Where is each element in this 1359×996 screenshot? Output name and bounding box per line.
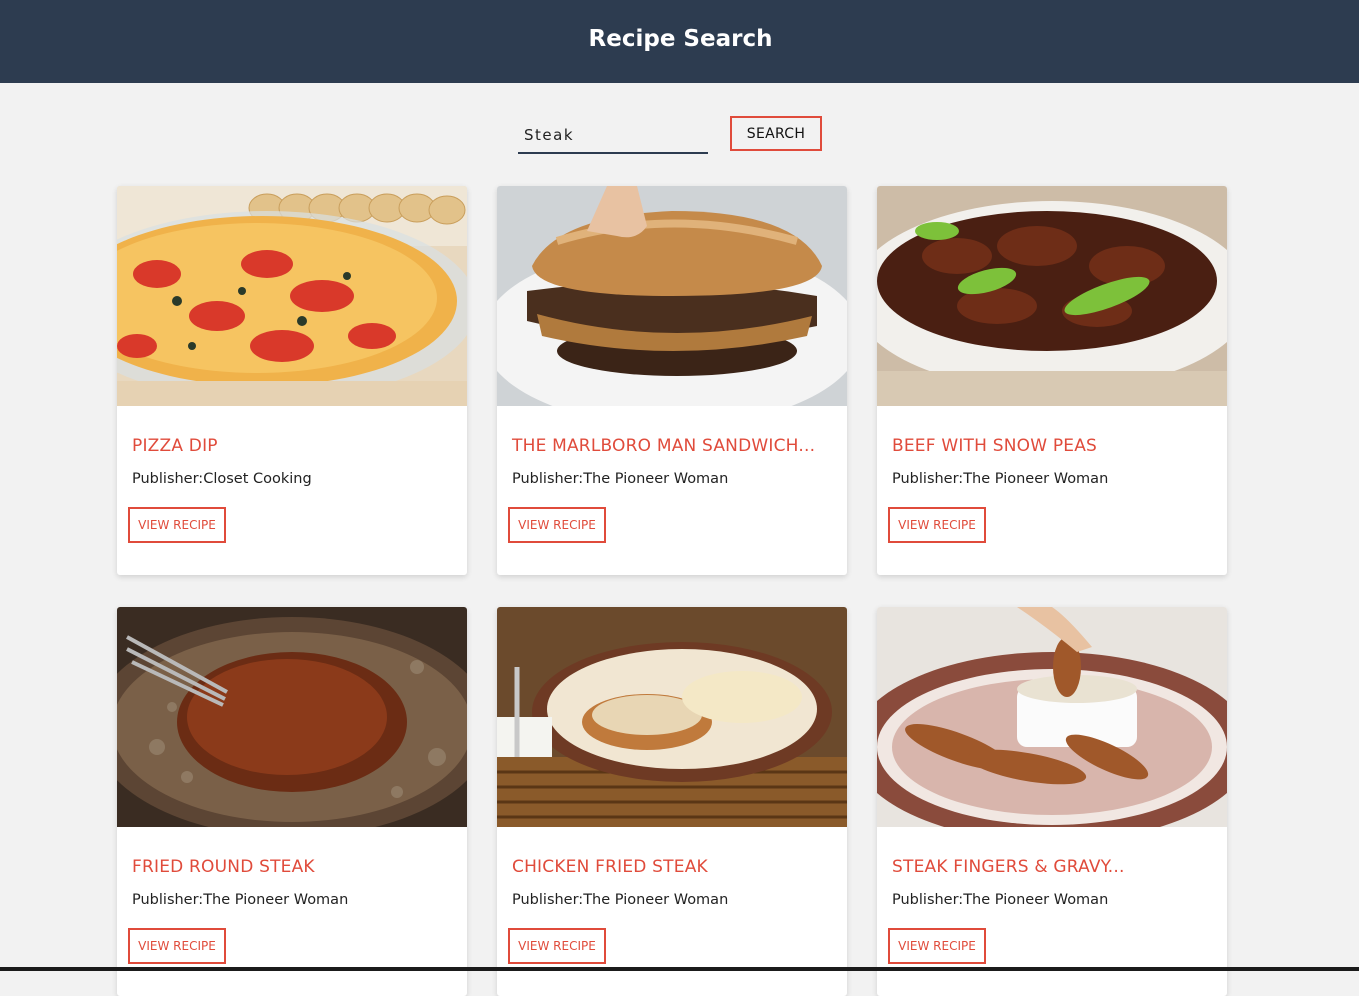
recipe-title[interactable]: FRIED ROUND STEAK (132, 857, 457, 877)
recipe-publisher: Publisher:Closet Cooking (132, 471, 312, 487)
recipe-publisher: Publisher:The Pioneer Woman (132, 892, 349, 908)
view-recipe-button[interactable]: VIEW RECIPE (508, 928, 606, 964)
recipe-card: FRIED ROUND STEAK Publisher:The Pioneer … (117, 607, 467, 996)
recipe-title[interactable]: THE MARLBORO MAN SANDWICH... (512, 436, 837, 456)
recipe-publisher: Publisher:The Pioneer Woman (512, 892, 729, 908)
recipe-card: PIZZA DIP Publisher:Closet Cooking VIEW … (117, 186, 467, 575)
window-bottom-edge (0, 967, 1359, 971)
view-recipe-button[interactable]: VIEW RECIPE (128, 928, 226, 964)
view-recipe-button[interactable]: VIEW RECIPE (888, 507, 986, 543)
recipe-image (117, 186, 467, 406)
recipe-image (497, 186, 847, 406)
recipe-card: CHICKEN FRIED STEAK Publisher:The Pionee… (497, 607, 847, 996)
recipe-image (117, 607, 467, 827)
recipe-publisher: Publisher:The Pioneer Woman (892, 471, 1109, 487)
recipe-image (877, 607, 1227, 827)
recipe-card: THE MARLBORO MAN SANDWICH... Publisher:T… (497, 186, 847, 575)
view-recipe-button[interactable]: VIEW RECIPE (128, 507, 226, 543)
recipe-image (877, 186, 1227, 406)
recipe-grid: PIZZA DIP Publisher:Closet Cooking VIEW … (0, 0, 1359, 996)
recipe-title[interactable]: STEAK FINGERS & GRAVY... (892, 857, 1217, 877)
recipe-publisher: Publisher:The Pioneer Woman (512, 471, 729, 487)
view-recipe-button[interactable]: VIEW RECIPE (508, 507, 606, 543)
recipe-card: BEEF WITH SNOW PEAS Publisher:The Pionee… (877, 186, 1227, 575)
recipe-card: STEAK FINGERS & GRAVY... Publisher:The P… (877, 607, 1227, 996)
recipe-title[interactable]: PIZZA DIP (132, 436, 457, 456)
recipe-image (497, 607, 847, 827)
recipe-title[interactable]: CHICKEN FRIED STEAK (512, 857, 837, 877)
recipe-publisher: Publisher:The Pioneer Woman (892, 892, 1109, 908)
view-recipe-button[interactable]: VIEW RECIPE (888, 928, 986, 964)
recipe-title[interactable]: BEEF WITH SNOW PEAS (892, 436, 1217, 456)
